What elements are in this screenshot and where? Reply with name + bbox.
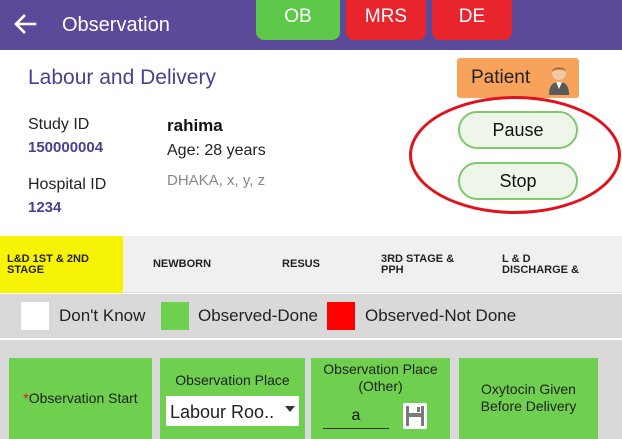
tag-ob[interactable]: OB (256, 0, 340, 40)
observation-place-label: Observation Place (175, 372, 290, 388)
tab-label: L&D 1ST & 2ND (7, 252, 89, 265)
save-icon[interactable] (402, 402, 428, 430)
card-observation-place[interactable]: Observation Place Labour Roo.. (160, 358, 305, 439)
tab-label: DISCHARGE & (502, 263, 580, 276)
card-label: *Observation Start (9, 390, 152, 406)
hospital-id-value: 1234 (28, 199, 62, 216)
chevron-down-icon (285, 406, 295, 412)
observation-place-value: Labour Roo.. (170, 402, 275, 422)
tab-newborn[interactable]: NEWBORN (123, 236, 241, 293)
patient-age: Age: 28 years (167, 142, 266, 159)
page-title: Labour and Delivery (28, 66, 216, 89)
observation-place-select[interactable]: Labour Roo.. (166, 396, 299, 426)
observation-place-other-line2: (Other) (358, 378, 403, 394)
legend-swatch-dont-know (21, 302, 49, 330)
observation-start-label: Observation Start (28, 390, 138, 406)
tag-mrs[interactable]: MRS (346, 0, 426, 40)
observation-place-other-input[interactable]: a (323, 403, 389, 429)
tag-de[interactable]: DE (432, 0, 512, 40)
tab-resus[interactable]: RESUS (241, 236, 361, 293)
oxytocin-label: Oxytocin Given Before Delivery (459, 381, 598, 415)
oxytocin-line2: Before Delivery (480, 398, 577, 414)
oxytocin-line1: Oxytocin Given (481, 381, 576, 397)
app-title: Observation (62, 14, 170, 36)
observation-grid: *Observation Start Observation Place Lab… (0, 340, 622, 439)
card-observation-place-other[interactable]: Observation Place (Other) a (311, 358, 450, 439)
observation-place-other-label: Observation Place (Other) (311, 361, 450, 395)
tab-3rd-stage[interactable]: 3RD STAGE & PPH (361, 236, 481, 293)
arrow-left-icon[interactable] (12, 11, 38, 37)
card-oxytocin[interactable]: Oxytocin Given Before Delivery (459, 358, 598, 439)
person-icon (549, 66, 569, 95)
legend: Don't Know Observed-Done Observed-Not Do… (0, 294, 622, 338)
observation-place-other-line1: Observation Place (323, 361, 438, 377)
app-bar: Observation OB MRS DE (0, 0, 622, 50)
tab-label: PPH (381, 263, 404, 276)
legend-observed-done: Observed-Done (198, 306, 319, 325)
stop-button[interactable]: Stop (458, 162, 578, 200)
study-id-value: 150000004 (28, 139, 104, 156)
tab-ld-stage[interactable]: L&D 1ST & 2ND STAGE (0, 236, 123, 293)
tab-label: 3RD STAGE & (381, 252, 455, 265)
tab-ld-discharge[interactable]: L & D DISCHARGE & (481, 236, 622, 293)
patient-name: rahima (167, 116, 223, 135)
pause-button[interactable]: Pause (458, 111, 578, 149)
tab-label: NEWBORN (152, 258, 212, 270)
card-observation-start[interactable]: *Observation Start (9, 358, 152, 439)
tab-label: STAGE (7, 263, 45, 276)
tab-bar: L&D 1ST & 2ND STAGE NEWBORN RESUS 3RD STA… (0, 236, 622, 293)
tab-label: L & D (502, 252, 531, 265)
patient-address: DHAKA, x, y, z (167, 172, 266, 189)
legend-observed-not-done: Observed-Not Done (365, 306, 517, 325)
hospital-id-label: Hospital ID (28, 176, 107, 193)
legend-dont-know: Don't Know (59, 306, 146, 325)
study-id-label: Study ID (28, 116, 90, 133)
patient-button-label: Patient (471, 67, 531, 88)
legend-swatch-done (161, 302, 189, 330)
legend-swatch-not-done (327, 302, 355, 330)
tab-label: RESUS (282, 258, 320, 270)
patient-button[interactable]: Patient (457, 58, 579, 98)
